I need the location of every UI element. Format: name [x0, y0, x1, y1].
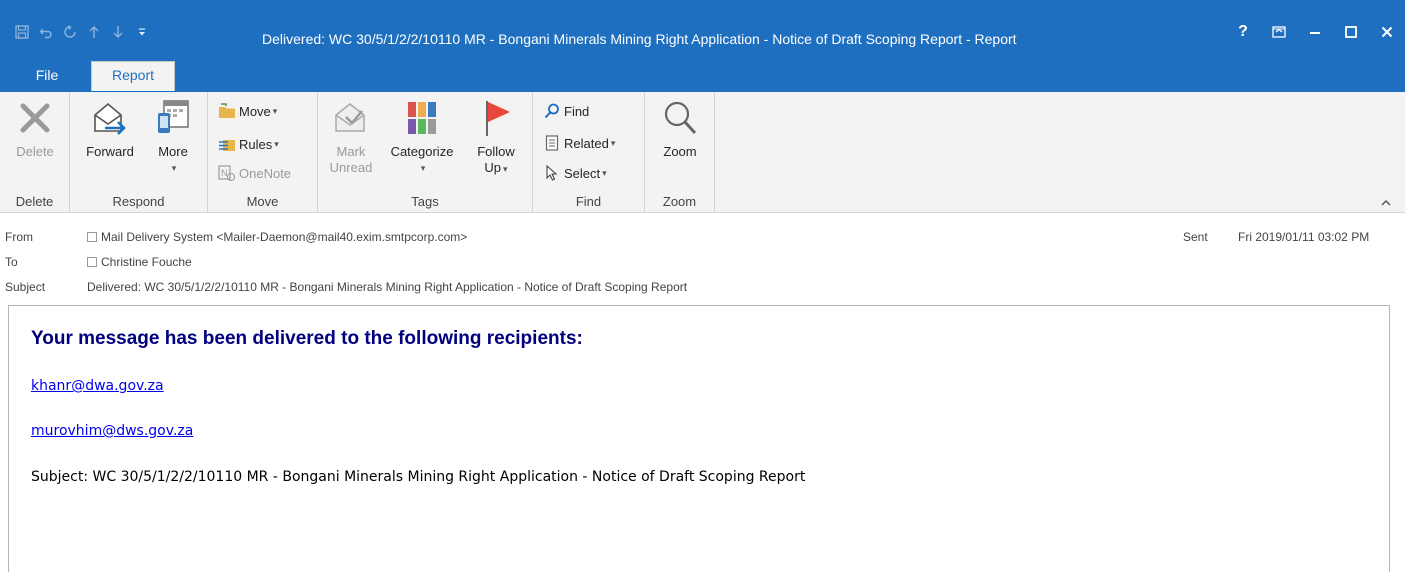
- more-respond-icon: [153, 98, 193, 138]
- message-body[interactable]: Your message has been delivered to the f…: [8, 305, 1390, 572]
- categorize-button[interactable]: Categorize ▾: [380, 98, 464, 176]
- ribbon-display-options-icon[interactable]: [1261, 19, 1297, 45]
- header-from-row: From Mail Delivery System <Mailer-Daemon…: [5, 230, 1370, 244]
- categorize-icon: [402, 98, 442, 138]
- follow-up-flag-icon: [476, 98, 516, 138]
- onenote-button[interactable]: N OneNote: [218, 162, 291, 184]
- group-respond: Forward More ▾ Respond: [70, 92, 208, 213]
- forward-button[interactable]: Forward: [78, 98, 142, 160]
- forward-icon: [90, 98, 130, 138]
- contact-checkbox-icon: [87, 257, 97, 267]
- quick-access-toolbar: [10, 22, 154, 42]
- group-delete: Delete Delete: [0, 92, 70, 213]
- to-value[interactable]: Christine Fouche: [87, 255, 192, 269]
- search-icon: [543, 102, 561, 120]
- customize-icon[interactable]: [130, 22, 154, 42]
- from-value[interactable]: Mail Delivery System <Mailer-Daemon@mail…: [87, 230, 467, 244]
- select-button[interactable]: Select ▾: [543, 162, 607, 184]
- tab-file[interactable]: File: [18, 62, 76, 92]
- find-button[interactable]: Find: [543, 100, 589, 122]
- group-move: Move ▾ Rules ▾ N OneNote Move: [208, 92, 318, 213]
- sent-date: Fri 2019/01/11 03:02 PM: [1238, 230, 1370, 244]
- move-button[interactable]: Move ▾: [218, 100, 277, 122]
- maximize-icon[interactable]: [1333, 19, 1369, 45]
- follow-up-button[interactable]: Follow Up ▾: [468, 98, 524, 177]
- zoom-icon: [660, 98, 700, 138]
- onenote-icon: N: [218, 164, 236, 182]
- cursor-icon: [543, 164, 561, 182]
- title-bar: Delivered: WC 30/5/1/2/2/10110 MR - Bong…: [0, 0, 1405, 62]
- undo-icon[interactable]: [34, 22, 58, 42]
- rules-button[interactable]: Rules ▾: [218, 133, 279, 155]
- group-zoom: Zoom Zoom: [645, 92, 715, 213]
- categorize-dropdown-icon: ▾: [420, 163, 426, 173]
- delete-icon: [15, 98, 55, 138]
- group-tags: Mark Unread Categorize ▾ Follow Up ▾ Tags: [318, 92, 533, 213]
- header-subject-row: Subject Delivered: WC 30/5/1/2/2/10110 M…: [5, 280, 688, 294]
- more-dropdown-icon: ▾: [171, 163, 177, 173]
- recipient-link[interactable]: khanr@dwa.gov.za: [31, 378, 164, 394]
- save-icon[interactable]: [10, 22, 34, 42]
- redo-icon[interactable]: [58, 22, 82, 42]
- minimize-icon[interactable]: [1297, 19, 1333, 45]
- message-subject-line: Subject: WC 30/5/1/2/2/10110 MR - Bongan…: [31, 469, 806, 485]
- tab-strip: [0, 62, 1405, 92]
- collapse-ribbon-icon[interactable]: [1381, 196, 1391, 210]
- move-folder-icon: [218, 102, 236, 120]
- svg-text:N: N: [221, 168, 228, 178]
- close-icon[interactable]: [1369, 19, 1405, 45]
- more-respond-button[interactable]: More ▾: [148, 98, 198, 176]
- down-icon[interactable]: [106, 22, 130, 42]
- zoom-button[interactable]: Zoom: [653, 98, 707, 160]
- mark-unread-button[interactable]: Mark Unread: [328, 98, 374, 176]
- header-to-row: To Christine Fouche: [5, 255, 192, 269]
- related-icon: [543, 134, 561, 152]
- mark-unread-icon: [331, 98, 371, 138]
- up-icon[interactable]: [82, 22, 106, 42]
- delivery-heading: Your message has been delivered to the f…: [31, 328, 583, 349]
- window-title: Delivered: WC 30/5/1/2/2/10110 MR - Bong…: [262, 31, 1017, 47]
- recipient-link[interactable]: murovhim@dws.gov.za: [31, 423, 193, 439]
- contact-checkbox-icon: [87, 232, 97, 242]
- subject-value: Delivered: WC 30/5/1/2/2/10110 MR - Bong…: [87, 280, 688, 294]
- related-button[interactable]: Related ▾: [543, 132, 615, 154]
- delete-button[interactable]: Delete: [6, 98, 64, 160]
- tab-report[interactable]: Report: [91, 61, 175, 91]
- help-icon[interactable]: ?: [1225, 19, 1261, 45]
- ribbon: Delete Delete Forward More ▾ Respond Mov…: [0, 92, 1405, 213]
- window-controls: ?: [1225, 19, 1405, 45]
- rules-icon: [218, 135, 236, 153]
- group-find: Find Related ▾ Select ▾ Find: [533, 92, 645, 213]
